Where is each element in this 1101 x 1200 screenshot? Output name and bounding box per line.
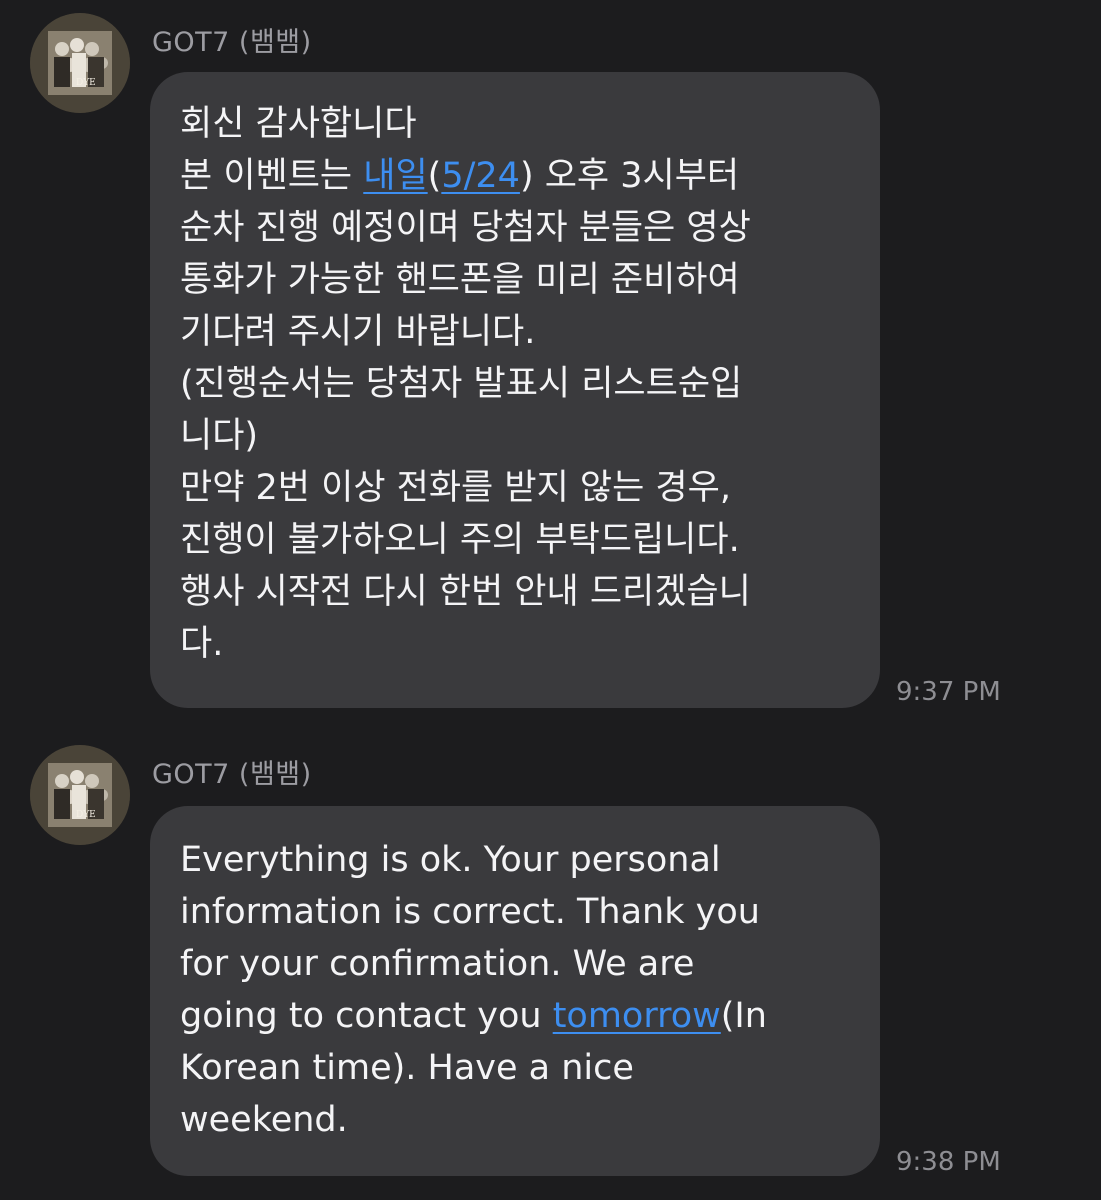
avatar[interactable]: DYE	[30, 745, 130, 845]
date-link-5-24[interactable]: 5/24	[441, 156, 520, 196]
text-segment: (	[427, 156, 442, 196]
sender-name: GOT7 (뱀뱀)	[152, 759, 312, 790]
date-link-tomorrow[interactable]: 내일	[363, 156, 427, 196]
message-text: 회신 감사합니다 본 이벤트는 내일(5/24) 오후 3시부터 순차 진행 예…	[180, 98, 751, 670]
avatar[interactable]: DYE	[30, 13, 130, 113]
message-line: 회신 감사합니다	[180, 104, 417, 144]
group-photo-avatar-icon: DYE	[30, 745, 130, 845]
timestamp: 9:38 PM	[896, 1147, 1001, 1177]
date-link-tomorrow[interactable]: tomorrow	[553, 996, 721, 1036]
message-line: information is correct. Thank you	[180, 892, 760, 932]
text-segment: going to contact you	[180, 996, 553, 1036]
message-line: Korean time). Have a nice	[180, 1048, 634, 1088]
message-line: 니다)	[180, 416, 259, 456]
message-bubble[interactable]: 회신 감사합니다 본 이벤트는 내일(5/24) 오후 3시부터 순차 진행 예…	[150, 72, 880, 708]
message-line: weekend.	[180, 1100, 348, 1140]
message-line: going to contact you tomorrow(In	[180, 990, 767, 1042]
message-bubble[interactable]: Everything is ok. Your personal informat…	[150, 806, 880, 1176]
text-segment: 본 이벤트는	[180, 156, 364, 196]
message-line: 통화가 가능한 핸드폰을 미리 준비하여	[180, 260, 740, 300]
message-line: Everything is ok. Your personal	[180, 840, 721, 880]
message-line: 순차 진행 예정이며 당첨자 분들은 영상	[180, 208, 751, 248]
message-line: 진행이 불가하오니 주의 부탁드립니다.	[180, 520, 740, 560]
message-line: 만약 2번 이상 전화를 받지 않는 경우,	[180, 468, 731, 508]
group-photo-avatar-icon: DYE	[30, 13, 130, 113]
message-line: 기다려 주시기 바랍니다.	[180, 312, 536, 352]
message-line: 행사 시작전 다시 한번 안내 드리겠습니	[180, 572, 751, 612]
text-segment: (In	[720, 996, 767, 1036]
text-segment: ) 오후 3시부터	[519, 156, 740, 196]
message-line: 본 이벤트는 내일(5/24) 오후 3시부터	[180, 150, 751, 202]
svg-text:DYE: DYE	[76, 78, 96, 88]
message-line: 다.	[180, 624, 224, 664]
sender-name: GOT7 (뱀뱀)	[152, 27, 312, 58]
message-line: (진행순서는 당첨자 발표시 리스트순입	[180, 364, 743, 404]
timestamp: 9:37 PM	[896, 677, 1001, 707]
message-line: for your confirmation. We are	[180, 944, 695, 984]
svg-text:DYE: DYE	[76, 810, 96, 820]
message-text: Everything is ok. Your personal informat…	[180, 834, 767, 1146]
